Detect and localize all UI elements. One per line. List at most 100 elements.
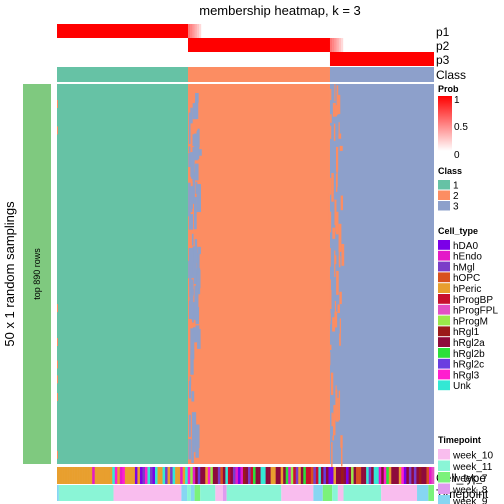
cell-type-cell [325, 467, 329, 484]
heatmap-cell [336, 270, 339, 295]
cell-type-cell [119, 467, 123, 484]
cell-type-cell [416, 467, 420, 484]
prob-tick-label: 1 [454, 95, 460, 106]
prob-cell-p3 [329, 52, 434, 66]
heatmap-cell [338, 390, 341, 421]
prob-cell-p2 [192, 38, 195, 52]
membership-heatmap: membership heatmap, k = 3 50 x 1 random … [2, 3, 498, 504]
cell-type-cell [232, 467, 236, 484]
cell-type-cell [149, 467, 153, 484]
heatmap-cell [327, 231, 330, 244]
timepoint-cell-week_9 [57, 485, 59, 501]
cell-type-cell [175, 467, 178, 484]
cell-type-cell [361, 467, 364, 484]
cell-type-cell [328, 467, 332, 484]
prob-cell-p1 [194, 24, 197, 38]
cell-type-cell [348, 467, 352, 484]
cell-type-cell [371, 467, 374, 484]
legend-label: week_9 [452, 497, 488, 504]
cell-type-cell [172, 467, 176, 484]
timepoint-annotation-row [57, 485, 434, 501]
heatmap-cell [339, 291, 342, 305]
legend-swatch [438, 326, 450, 337]
legend-label: hRgl2c [453, 360, 484, 371]
timepoint-cell-week_11 [200, 485, 216, 501]
legend-swatch [438, 201, 450, 211]
heatmap-cell [194, 285, 199, 321]
cell-type-cell [190, 467, 194, 484]
cell-type-cell [295, 467, 299, 484]
prob-cell-p3 [336, 52, 339, 66]
cell-type-cell [182, 467, 186, 484]
cell-type-cell [107, 467, 111, 484]
probability-rows [57, 24, 434, 66]
heatmap-cell [328, 192, 330, 223]
class-cell-2 [188, 67, 330, 82]
timepoint-cell-week_10 [113, 485, 182, 501]
heatmap-cell [191, 233, 194, 246]
cell-type-cell [230, 467, 234, 484]
cell-type-cell [406, 467, 410, 484]
heatmap-cell [329, 88, 332, 101]
cell-type-cell [353, 467, 357, 484]
heatmap-cell [336, 167, 338, 188]
cell-type-cell [84, 467, 88, 484]
heatmap-cell [339, 318, 341, 334]
cell-type-cell [411, 467, 415, 484]
cell-type-cell [245, 467, 249, 484]
cell-type-cell [363, 467, 367, 484]
cell-type-cell [308, 467, 312, 484]
heatmap-cell [189, 186, 193, 209]
cell-type-cell [426, 467, 430, 484]
timepoint-cell-week_11 [187, 485, 191, 501]
cell-type-cell [102, 467, 106, 484]
cell-type-cell [310, 467, 314, 484]
cell-type-cell [263, 467, 266, 484]
cell-type-cell [139, 467, 143, 484]
heatmap-cell [192, 314, 194, 323]
class-annotation-row [57, 67, 434, 82]
legend-swatch [438, 337, 450, 347]
heatmap-cell [190, 354, 194, 375]
cell-type-cell [283, 467, 287, 484]
prob-cell-p1 [57, 24, 189, 38]
legend-label: hPeric [453, 284, 481, 295]
prob-cell-p3 [332, 52, 335, 66]
cell-type-cell [346, 467, 349, 484]
prob-cell-p1 [196, 24, 200, 38]
cell-type-cell [155, 467, 158, 484]
heatmap-cell [328, 352, 331, 366]
legend-swatch [438, 472, 450, 483]
heatmap-cell [57, 393, 58, 402]
row-label: p1 [436, 25, 450, 39]
cell-type-cell [72, 467, 75, 484]
legend-label: hRgl2a [453, 338, 485, 349]
cell-type-cell [195, 467, 199, 484]
heatmap-cell [334, 311, 338, 328]
heatmap-cell [191, 282, 194, 296]
cell-type-cell [134, 467, 138, 484]
legend-label: hEndo [453, 252, 482, 263]
legend-swatch [438, 272, 450, 283]
legend-swatch [438, 283, 450, 293]
heatmap-cell [57, 99, 58, 108]
legend-label: hProgFPL [453, 306, 498, 317]
cell-type-cell [157, 467, 161, 484]
heatmap-cell [57, 360, 58, 369]
prob-cell-p3 [334, 52, 337, 66]
legend-title: Class [438, 166, 462, 176]
prob-cell-p2 [196, 38, 200, 52]
heatmap-cell [188, 380, 192, 399]
legend-label: hProgM [453, 316, 488, 327]
cell-type-cell [421, 467, 425, 484]
cell-type-cell [428, 467, 432, 484]
cell-type-cell [423, 467, 427, 484]
cell-type-cell [313, 467, 317, 484]
cell-type-cell [242, 467, 246, 484]
cell-type-cell [94, 467, 98, 484]
cell-type-cell [305, 467, 309, 484]
prob-tick-label: 0.5 [454, 122, 468, 133]
prob-cell-p3 [340, 52, 344, 66]
cell-type-cell [318, 467, 322, 484]
legend-swatch [438, 180, 450, 190]
